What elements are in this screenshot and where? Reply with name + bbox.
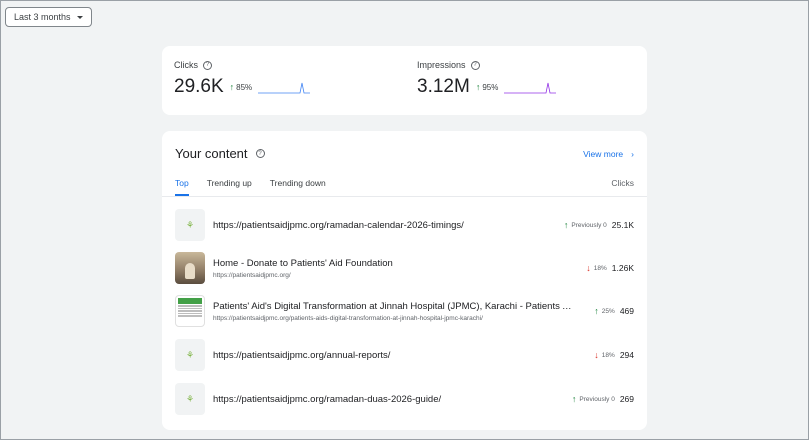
tab-top[interactable]: Top — [175, 178, 189, 196]
view-more-link[interactable]: View more › — [583, 149, 634, 159]
content-row[interactable]: Patients' Aid's Digital Transformation a… — [162, 291, 647, 331]
content-title: Your content — [175, 146, 248, 161]
chevron-right-icon: › — [631, 149, 634, 159]
row-clicks: 469 — [619, 306, 634, 316]
thumbnail — [175, 252, 205, 284]
sprout-icon: ⚘ — [185, 393, 195, 404]
clicks-value: 29.6K — [174, 76, 224, 97]
thumbnail: ⚘ — [175, 383, 205, 415]
row-change: 18% — [593, 264, 607, 272]
row-clicks: 1.26K — [611, 263, 634, 273]
arrow-down-icon: ↓ — [594, 350, 599, 360]
content-row[interactable]: Home - Donate to Patients' Aid Foundatio… — [162, 248, 647, 288]
clicks-column-header: Clicks — [611, 178, 634, 188]
impressions-sparkline — [504, 82, 557, 94]
content-row[interactable]: ⚘ https://patientsaidjpmc.org/ramadan-ca… — [162, 205, 647, 245]
row-title: https://patientsaidjpmc.org/ramadan-duas… — [213, 393, 442, 405]
caret-down-icon — [76, 15, 83, 19]
row-change: Previously 0 — [571, 221, 607, 229]
help-icon[interactable]: ? — [255, 149, 265, 158]
row-clicks: 294 — [619, 350, 634, 360]
impressions-label: Impressions — [417, 60, 466, 70]
thumbnail: ⚘ — [175, 339, 205, 371]
thumbnail — [175, 295, 205, 327]
impressions-change: 95% — [482, 82, 499, 92]
help-icon[interactable]: ? — [470, 60, 480, 70]
row-clicks: 25.1K — [611, 220, 634, 230]
impressions-value: 3.12M — [417, 76, 470, 97]
row-url: https://patientsaidjpmc.org/patients-aid… — [213, 314, 483, 322]
clicks-change: 85% — [236, 82, 253, 92]
row-change: 18% — [601, 351, 615, 359]
arrow-up-icon: ↑ — [594, 306, 599, 316]
date-range-dropdown[interactable]: Last 3 months — [5, 7, 92, 27]
arrow-up-icon: ↑ — [571, 394, 577, 404]
help-icon[interactable]: ? — [203, 60, 212, 70]
thumbnail: ⚘ — [175, 209, 205, 241]
date-range-label: Last 3 months — [14, 12, 71, 22]
arrow-up-icon: ↑ — [229, 82, 235, 92]
impressions-metric[interactable]: Impressions ? 3.12M ↑ 95% — [417, 60, 557, 98]
arrow-down-icon: ↓ — [586, 263, 591, 273]
row-change: Previously 0 — [579, 395, 615, 403]
arrow-up-icon: ↑ — [563, 220, 569, 230]
clicks-label: Clicks — [174, 60, 198, 70]
content-row[interactable]: ⚘ https://patientsaidjpmc.org/annual-rep… — [162, 335, 647, 375]
row-title: https://patientsaidjpmc.org/annual-repor… — [213, 349, 391, 361]
clicks-sparkline — [258, 82, 311, 94]
row-title: Home - Donate to Patients' Aid Foundatio… — [213, 257, 393, 269]
row-clicks: 269 — [619, 394, 634, 404]
tab-trending-up[interactable]: Trending up — [207, 178, 252, 196]
divider — [162, 196, 647, 197]
row-change: 25% — [601, 307, 615, 315]
row-title: Patients' Aid's Digital Transformation a… — [213, 300, 577, 312]
sprout-icon: ⚘ — [185, 349, 195, 360]
view-more-label: View more — [583, 149, 624, 159]
clicks-metric[interactable]: Clicks ? 29.6K ↑ 85% — [174, 60, 311, 98]
metrics-card: Clicks ? 29.6K ↑ 85% Impressions ? 3.12M… — [162, 46, 647, 115]
content-tabs: Top Trending up Trending down — [175, 178, 326, 196]
content-row[interactable]: ⚘ https://patientsaidjpmc.org/ramadan-du… — [162, 379, 647, 419]
tab-trending-down[interactable]: Trending down — [270, 178, 326, 196]
your-content-card: Your content ? View more › Top Trending … — [162, 131, 647, 430]
row-url: https://patientsaidjpmc.org/ — [213, 271, 291, 279]
row-title: https://patientsaidjpmc.org/ramadan-cale… — [213, 219, 464, 231]
arrow-up-icon: ↑ — [475, 82, 481, 92]
sprout-icon: ⚘ — [185, 219, 195, 230]
